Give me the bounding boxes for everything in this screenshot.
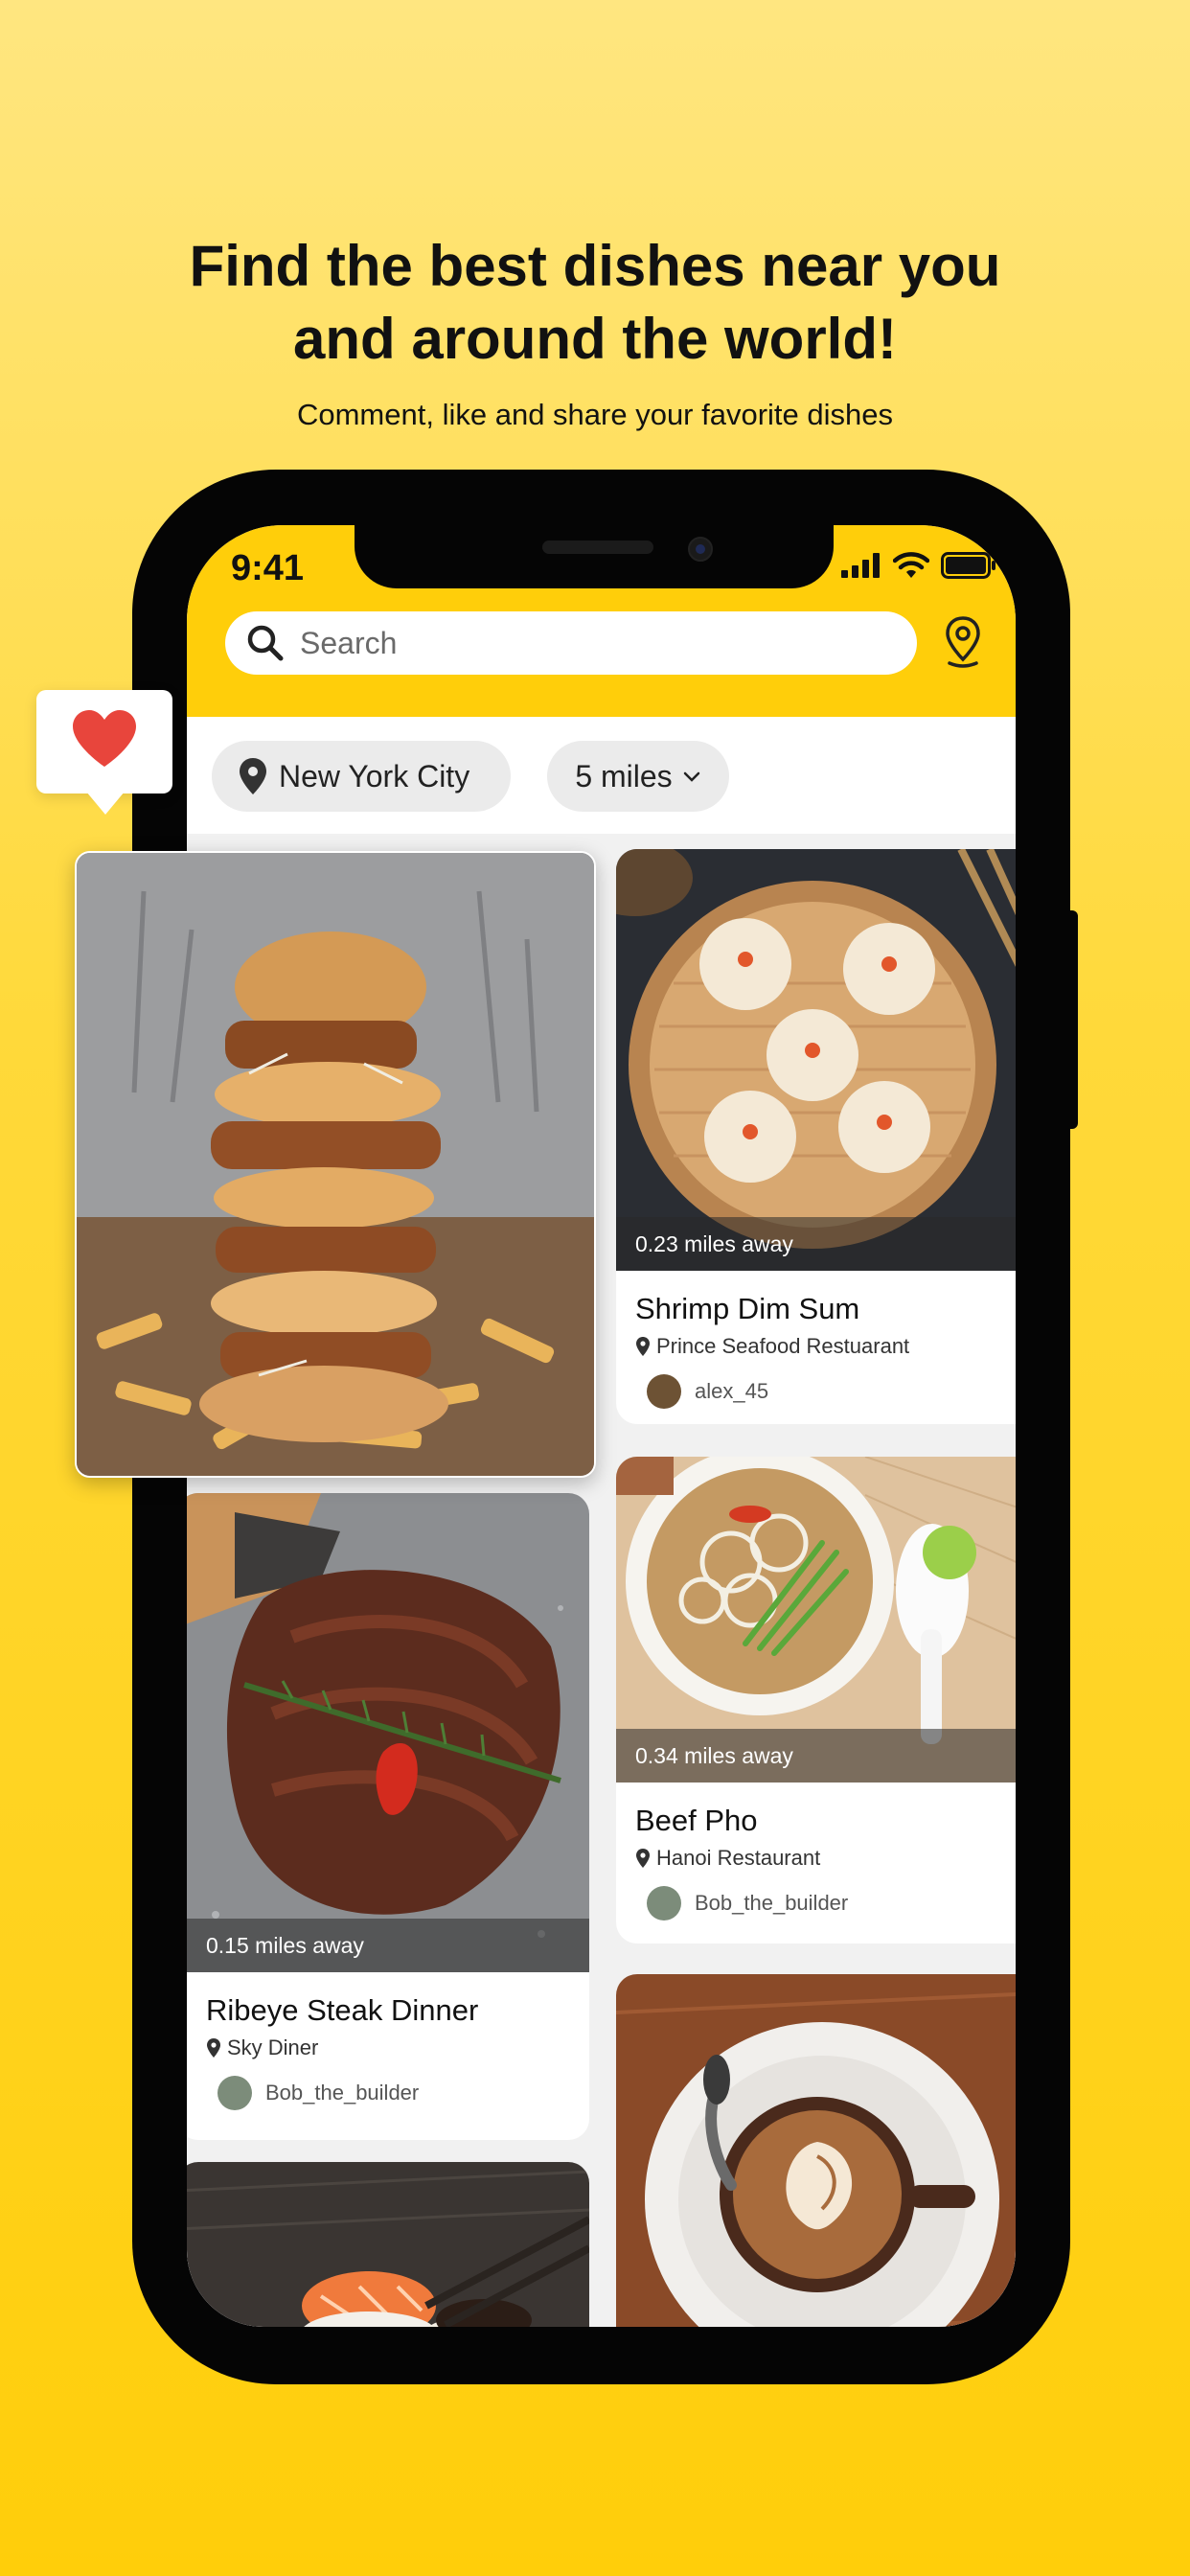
radius-filter-chip[interactable]: 5 miles [547, 741, 729, 812]
search-bar[interactable] [225, 611, 917, 675]
dish-card-sushi[interactable] [187, 2162, 589, 2327]
speaker-grille [542, 540, 653, 554]
location-filter-label: New York City [279, 758, 470, 794]
restaurant-label: Hanoi Restaurant [635, 1846, 820, 1871]
phone-side-button [1068, 910, 1078, 1129]
map-pin-icon [207, 2038, 220, 2058]
dish-photo [616, 849, 1016, 1271]
distance-label: 0.23 miles away [616, 1217, 1016, 1271]
restaurant-label: Prince Seafood Restuarant [635, 1334, 909, 1359]
username: alex_45 [695, 1379, 769, 1403]
dish-card-ribeye[interactable]: 0.15 miles away Ribeye Steak Dinner Sky … [187, 1493, 589, 2140]
headline-line-1: Find the best dishes near you [189, 234, 1001, 298]
filter-row: New York City 5 miles [187, 717, 1016, 834]
restaurant-name: Prince Seafood Restuarant [656, 1334, 910, 1358]
avatar [647, 1374, 681, 1409]
search-input[interactable] [298, 624, 877, 662]
status-time: 9:41 [231, 548, 305, 588]
search-icon [247, 625, 284, 661]
restaurant-name: Hanoi Restaurant [656, 1846, 821, 1870]
featured-dish-image[interactable] [75, 851, 596, 1478]
notch [355, 525, 834, 588]
dish-title: Shrimp Dim Sum [635, 1292, 860, 1325]
wifi-icon [893, 552, 929, 578]
distance-label: 0.34 miles away [616, 1729, 1016, 1782]
status-icons [841, 552, 996, 579]
location-filter-chip[interactable]: New York City [212, 741, 511, 812]
dish-photo [187, 1493, 589, 1972]
avatar [217, 2076, 252, 2110]
promo-subheadline: Comment, like and share your favorite di… [296, 398, 893, 431]
heart-icon [73, 710, 136, 767]
dish-card-beef-pho[interactable]: 0.34 miles away Beef Pho Hanoi Restauran… [616, 1457, 1016, 1944]
dish-photo [187, 2162, 589, 2327]
headline-line-2: and around the world! [293, 307, 897, 371]
map-pin-icon [240, 758, 266, 794]
user-info[interactable]: alex_45 [647, 1374, 768, 1409]
user-info[interactable]: Bob_the_builder [217, 2076, 419, 2110]
signal-icon [841, 553, 880, 578]
username: Bob_the_builder [265, 2081, 420, 2104]
avatar [647, 1886, 681, 1920]
user-info[interactable]: Bob_the_builder [647, 1886, 848, 1920]
dish-card-dim-sum[interactable]: 0.23 miles away Shrimp Dim Sum Prince Se… [616, 849, 1016, 1424]
radius-filter-label: 5 miles [575, 758, 673, 794]
username: Bob_the_builder [695, 1891, 849, 1915]
distance-label: 0.15 miles away [187, 1919, 589, 1972]
battery-icon [941, 552, 995, 579]
location-button[interactable] [944, 615, 982, 674]
restaurant-label: Sky Diner [206, 2036, 318, 2060]
like-bubble[interactable] [36, 690, 172, 815]
dish-card-coffee[interactable] [616, 1974, 1016, 2327]
promo-headline: Find the best dishes near you and around… [0, 230, 1190, 376]
chevron-down-icon [683, 771, 699, 782]
restaurant-name: Sky Diner [227, 2036, 319, 2059]
dish-photo [616, 1974, 1016, 2327]
location-pin-icon [946, 616, 980, 668]
front-camera [688, 537, 713, 562]
dish-title: Ribeye Steak Dinner [206, 1993, 479, 2027]
map-pin-icon [636, 1337, 650, 1356]
map-pin-icon [636, 1849, 650, 1868]
dish-title: Beef Pho [635, 1804, 758, 1837]
